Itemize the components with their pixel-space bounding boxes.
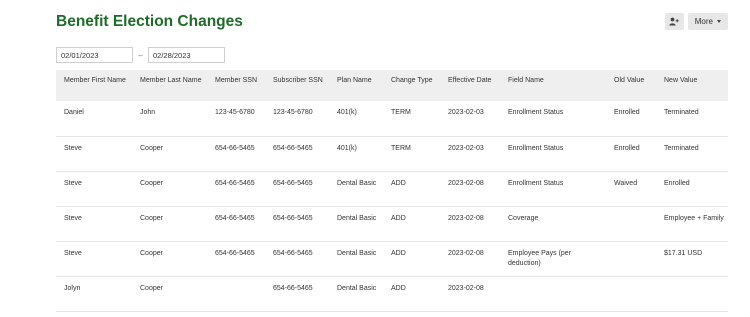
cell-old-value — [606, 276, 656, 312]
cell-member-last-name: John — [132, 101, 207, 137]
cell-member-first-name: Daniel — [56, 101, 132, 137]
end-date-input[interactable] — [148, 47, 225, 63]
cell-old-value: Waived — [606, 171, 656, 207]
add-person-button[interactable] — [664, 13, 684, 30]
cell-member-last-name: Cooper — [132, 136, 207, 172]
header-actions: More — [664, 13, 728, 30]
cell-change-type: ADD — [383, 241, 440, 277]
cell-change-type: TERM — [383, 101, 440, 137]
cell-change-type: ADD — [383, 276, 440, 312]
table-row[interactable]: Jolyn Cooper 654-66-5465 Dental Basic ADD 202… — [56, 276, 728, 312]
cell-member-first-name: Steve — [56, 206, 132, 242]
cell-member-ssn: 654-66-5465 — [207, 171, 265, 207]
cell-effective-date: 2023-02-03 — [440, 136, 500, 172]
cell-change-type: TERM — [383, 136, 440, 172]
cell-field-name: Enrollment Status — [500, 101, 606, 137]
cell-member-last-name: Cooper — [132, 241, 207, 277]
cell-new-value: $17.31 USD — [656, 241, 728, 277]
add-person-icon — [669, 17, 679, 26]
column-header-field-name[interactable]: Field Name — [500, 70, 606, 101]
cell-new-value: Terminated — [656, 136, 728, 172]
cell-subscriber-ssn: 654-66-5465 — [265, 206, 329, 242]
cell-member-ssn: 654-66-5465 — [207, 136, 265, 172]
page-title: Benefit Election Changes — [56, 13, 243, 30]
cell-old-value — [606, 241, 656, 277]
column-header-new-value[interactable]: New Value — [656, 70, 728, 101]
cell-subscriber-ssn: 654-66-5465 — [265, 241, 329, 277]
cell-new-value: Terminated — [656, 101, 728, 137]
cell-field-name: Coverage — [500, 206, 606, 242]
cell-member-first-name: Steve — [56, 171, 132, 207]
cell-subscriber-ssn: 654-66-5465 — [265, 171, 329, 207]
cell-member-first-name: Steve — [56, 136, 132, 172]
cell-member-last-name: Cooper — [132, 276, 207, 312]
cell-plan-name: Dental Basic — [329, 171, 383, 207]
cell-effective-date: 2023-02-08 — [440, 206, 500, 242]
cell-field-name: Enrollment Status — [500, 136, 606, 172]
cell-member-ssn: 654-66-5465 — [207, 241, 265, 277]
cell-new-value: Employee + Family — [656, 206, 728, 242]
cell-change-type: ADD — [383, 206, 440, 242]
start-date-input[interactable] — [56, 47, 133, 63]
cell-field-name — [500, 276, 606, 312]
cell-field-name: Employee Pays (per deduction) — [500, 241, 606, 277]
cell-effective-date: 2023-02-08 — [440, 241, 500, 277]
column-header-plan-name[interactable]: Plan Name — [329, 70, 383, 101]
cell-old-value — [606, 206, 656, 242]
column-header-effective-date[interactable]: Effective Date — [440, 70, 500, 101]
column-header-member-last-name[interactable]: Member Last Name — [132, 70, 207, 101]
cell-member-ssn: 654-66-5465 — [207, 206, 265, 242]
table-body: Daniel John 123-45-6780 123-45-6780 401(k) TE… — [56, 101, 728, 312]
column-header-change-type[interactable]: Change Type — [383, 70, 440, 101]
cell-new-value: Enrolled — [656, 171, 728, 207]
column-header-member-ssn[interactable]: Member SSN — [207, 70, 265, 101]
column-header-member-first-name[interactable]: Member First Name — [56, 70, 132, 101]
cell-plan-name: Dental Basic — [329, 276, 383, 312]
cell-subscriber-ssn: 654-66-5465 — [265, 136, 329, 172]
table-header: Member First Name Member Last Name Member … — [56, 70, 728, 101]
more-button[interactable]: More — [687, 13, 728, 30]
benefit-changes-table: Member First Name Member Last Name Member … — [56, 70, 728, 312]
table-row[interactable]: Steve Cooper 654-66-5465 654-66-5465 Dental … — [56, 241, 728, 277]
cell-plan-name: Dental Basic — [329, 241, 383, 277]
cell-change-type: ADD — [383, 171, 440, 207]
caret-down-icon — [717, 20, 721, 23]
cell-old-value: Enrolled — [606, 101, 656, 137]
cell-effective-date: 2023-02-08 — [440, 276, 500, 312]
cell-member-first-name: Steve — [56, 241, 132, 277]
cell-member-ssn: 123-45-6780 — [207, 101, 265, 137]
table-header-row: Member First Name Member Last Name Member … — [56, 70, 728, 101]
cell-member-last-name: Cooper — [132, 171, 207, 207]
cell-effective-date: 2023-02-08 — [440, 171, 500, 207]
date-range-separator: – — [138, 50, 143, 60]
cell-member-first-name: Jolyn — [56, 276, 132, 312]
table-row[interactable]: Daniel John 123-45-6780 123-45-6780 401(k) TE… — [56, 101, 728, 137]
column-header-subscriber-ssn[interactable]: Subscriber SSN — [265, 70, 329, 101]
cell-effective-date: 2023-02-03 — [440, 101, 500, 137]
cell-new-value — [656, 276, 728, 312]
cell-member-last-name: Cooper — [132, 206, 207, 242]
cell-member-ssn — [207, 276, 265, 312]
cell-plan-name: 401(k) — [329, 101, 383, 137]
cell-old-value: Enrolled — [606, 136, 656, 172]
more-button-label: More — [694, 17, 713, 26]
cell-field-name: Enrollment Status — [500, 171, 606, 207]
table-row[interactable]: Steve Cooper 654-66-5465 654-66-5465 Dental … — [56, 171, 728, 207]
column-header-old-value[interactable]: Old Value — [606, 70, 656, 101]
table-row[interactable]: Steve Cooper 654-66-5465 654-66-5465 401(k) T… — [56, 136, 728, 172]
cell-plan-name: Dental Basic — [329, 206, 383, 242]
cell-subscriber-ssn: 654-66-5465 — [265, 276, 329, 312]
date-range-filter: – — [56, 47, 225, 63]
cell-subscriber-ssn: 123-45-6780 — [265, 101, 329, 137]
cell-plan-name: 401(k) — [329, 136, 383, 172]
table-row[interactable]: Steve Cooper 654-66-5465 654-66-5465 Dental … — [56, 206, 728, 242]
